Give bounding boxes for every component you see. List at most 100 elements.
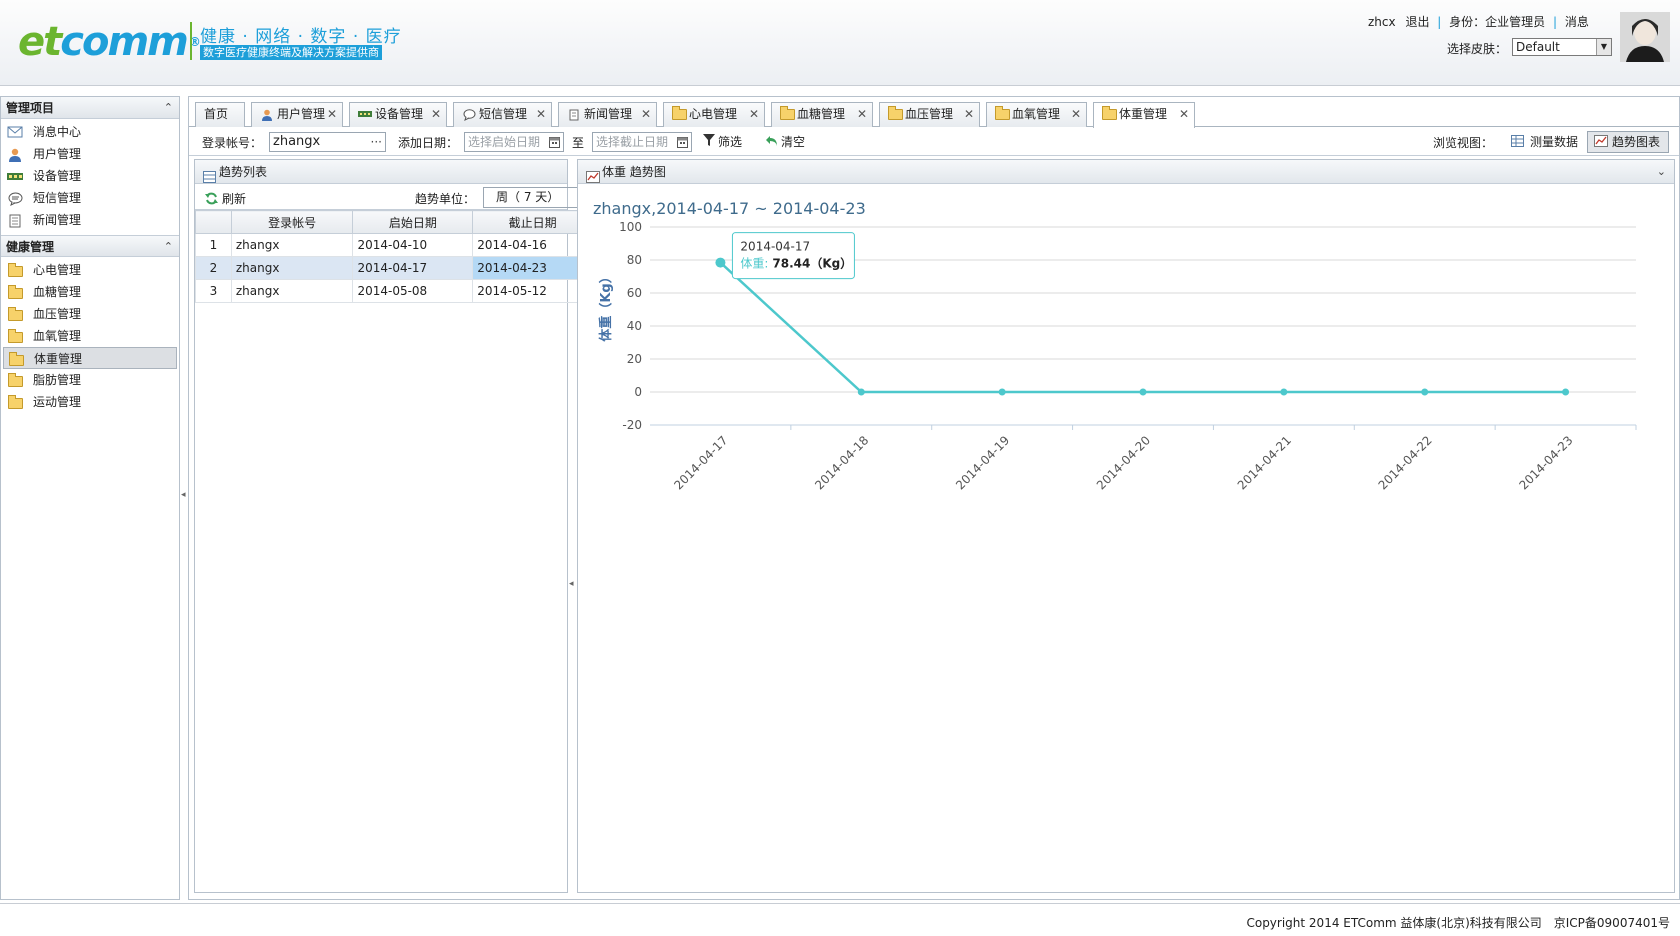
close-icon[interactable]: ✕ — [327, 103, 337, 126]
start-date-input[interactable]: 选择启始日期 — [464, 132, 564, 152]
sidebar-item-weight[interactable]: 体重管理 — [3, 347, 177, 369]
tab-blood-sugar[interactable]: 血糖管理 ✕ — [771, 102, 873, 127]
collapse-left-icon[interactable]: ◂ — [181, 490, 186, 500]
tab-ecg[interactable]: 心电管理 ✕ — [663, 102, 765, 127]
user-icon — [7, 148, 23, 162]
filter-toolbar: 登录帐号： zhangx ··· 添加日期： 选择启始日期 至 选择截止日期 筛… — [189, 128, 1679, 156]
skin-select[interactable]: Default ▼ — [1512, 38, 1612, 56]
sidebar-item-exercise[interactable]: 运动管理 — [3, 391, 177, 413]
folder-icon — [7, 262, 23, 277]
more-icon[interactable]: ··· — [371, 133, 382, 151]
device-icon — [358, 109, 372, 121]
close-icon[interactable]: ✕ — [1179, 103, 1189, 126]
row-number: 2 — [195, 256, 232, 280]
tab-devices[interactable]: 设备管理 ✕ — [349, 102, 447, 127]
tab-users[interactable]: 用户管理 ✕ — [251, 102, 343, 127]
close-icon[interactable]: ✕ — [641, 103, 651, 126]
left-splitter[interactable]: ◂ — [180, 96, 187, 900]
trend-list-header: 趋势列表 — [195, 160, 567, 184]
collapse-down-icon[interactable]: ⌄ — [1657, 160, 1666, 184]
x-tick-label: 2014-04-20 — [1094, 433, 1153, 492]
close-icon[interactable]: ✕ — [536, 103, 546, 126]
sidebar-item-sms[interactable]: 短信管理 — [3, 187, 177, 209]
filter-button[interactable]: 筛选 — [703, 133, 742, 150]
skin-select-value: Default — [1516, 40, 1560, 54]
close-icon[interactable]: ✕ — [749, 103, 759, 126]
grid-icon — [1511, 133, 1524, 153]
data-point — [1421, 388, 1429, 396]
sidebar-item-blood-sugar[interactable]: 血糖管理 — [3, 281, 177, 303]
user-bar: zhcx 退出 | 身份：企业管理员 | 消息 — [1368, 15, 1589, 29]
x-tick-label: 2014-04-19 — [953, 433, 1012, 492]
sidebar-item-ecg[interactable]: 心电管理 — [3, 259, 177, 281]
sidebar-item-news[interactable]: 新闻管理 — [3, 209, 177, 231]
nav-section-header[interactable]: 管理项目 ⌃ — [1, 97, 179, 119]
sidebar-item-fat[interactable]: 脂肪管理 — [3, 369, 177, 391]
sidebar-item-blood-oxygen[interactable]: 血氧管理 — [3, 325, 177, 347]
logout-link[interactable]: 退出 — [1405, 15, 1429, 29]
close-icon[interactable]: ✕ — [964, 103, 974, 126]
refresh-button[interactable]: 刷新 — [205, 190, 246, 208]
cell-start-date: 2014-04-10 — [352, 233, 474, 257]
close-icon[interactable]: ✕ — [431, 103, 441, 126]
sidebar-item-users[interactable]: 用户管理 — [3, 143, 177, 165]
x-tick-label: 2014-04-22 — [1376, 433, 1435, 492]
calendar-icon[interactable] — [549, 133, 560, 151]
identity-text: 身份：企业管理员 — [1449, 15, 1546, 29]
slogan: 健康 · 网络 · 数字 · 医疗 — [200, 27, 402, 47]
tab-sms[interactable]: 短信管理 ✕ — [453, 102, 552, 127]
username: zhcx — [1368, 15, 1396, 29]
close-icon[interactable]: ✕ — [857, 103, 867, 126]
folder-icon — [7, 372, 23, 387]
collapse-up-icon[interactable]: ⌃ — [164, 97, 173, 119]
data-point — [1280, 388, 1288, 396]
view-label: 浏览视图： — [1433, 136, 1494, 150]
tab-blood-pressure[interactable]: 血压管理 ✕ — [879, 102, 980, 127]
trend-list-tools: 刷新 趋势单位： 周（ 7 天）▼ — [195, 184, 592, 210]
account-input[interactable]: zhangx ··· — [269, 132, 386, 152]
end-date-input[interactable]: 选择截止日期 — [592, 132, 692, 152]
x-tick-label: 2014-04-21 — [1235, 433, 1294, 492]
trend-list-title: 趋势列表 — [219, 165, 268, 179]
chart-icon — [586, 167, 600, 183]
tab-home[interactable]: 首页 — [195, 102, 245, 127]
view-grid-button[interactable]: 测量数据 — [1504, 131, 1587, 153]
news-icon — [7, 214, 23, 228]
weight-trend-chart: zhangx,2014-04-17 ~ 2014-04-23 -20 0 20 40 60… — [593, 199, 1637, 492]
chevron-down-icon: ▼ — [1596, 39, 1611, 55]
table-row[interactable]: 1 zhangx 2014-04-10 2014-04-16 — [195, 233, 593, 257]
column-header[interactable]: 启始日期 — [352, 210, 474, 234]
avatar[interactable] — [1620, 12, 1670, 62]
column-header[interactable]: 登录帐号 — [230, 210, 354, 234]
sidebar-item-devices[interactable]: 设备管理 — [3, 165, 177, 187]
cell-account: zhangx — [230, 256, 354, 280]
y-tick-label: 20 — [627, 352, 642, 366]
collapse-left-icon[interactable]: ◂ — [569, 579, 574, 589]
sidebar-item-blood-pressure[interactable]: 血压管理 — [3, 303, 177, 325]
tab-weight[interactable]: 体重管理 ✕ — [1093, 102, 1195, 128]
calendar-icon[interactable] — [677, 133, 688, 151]
folder-icon — [995, 105, 1010, 120]
logo-divider — [190, 22, 192, 60]
undo-icon — [766, 135, 778, 149]
sidebar-item-message-center[interactable]: 消息中心 — [3, 121, 177, 143]
folder-icon — [888, 105, 903, 120]
news-icon — [567, 109, 581, 121]
clear-button[interactable]: 清空 — [766, 133, 805, 150]
messages-link[interactable]: 消息 — [1565, 15, 1589, 29]
table-row[interactable]: 2 zhangx 2014-04-17 2014-04-23 — [195, 256, 593, 280]
tab-news[interactable]: 新闻管理 ✕ — [558, 102, 657, 127]
y-tick-label: 80 — [627, 253, 642, 267]
x-tick-label: 2014-04-23 — [1516, 433, 1575, 492]
table-row[interactable]: 3 zhangx 2014-05-08 2014-05-12 — [195, 279, 593, 303]
data-point — [715, 257, 726, 268]
x-tick-label: 2014-04-17 — [671, 433, 730, 492]
collapse-up-icon[interactable]: ⌃ — [164, 236, 173, 258]
trend-table: 登录帐号 启始日期 截止日期 1 zhangx 2014-04-10 2014-… — [195, 210, 593, 303]
tab-blood-oxygen[interactable]: 血氧管理 ✕ — [986, 102, 1087, 127]
subslogan: 数字医疗健康终端及解决方案提供商 — [200, 45, 382, 60]
middle-splitter[interactable]: ◂ — [569, 159, 577, 893]
nav-section-header[interactable]: 健康管理 ⌃ — [1, 235, 179, 257]
close-icon[interactable]: ✕ — [1071, 103, 1081, 126]
view-chart-button[interactable]: 趋势图表 — [1587, 131, 1670, 153]
